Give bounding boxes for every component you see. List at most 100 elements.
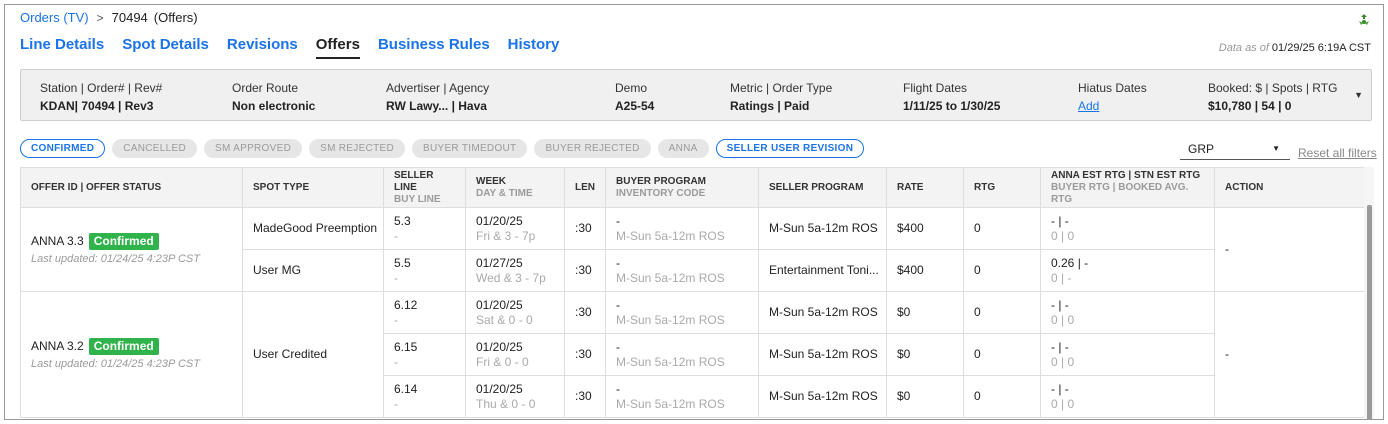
buy-line: - — [394, 271, 398, 285]
seller-line-cell: 5.5- — [383, 249, 466, 292]
buyer-program-cell: - M-Sun 5a-12m ROS — [605, 291, 759, 334]
rate-cell: $0 — [886, 375, 964, 418]
summary-advertiser: Advertiser | Agency RW Lawy... | Hava — [386, 81, 489, 113]
status-badge: Confirmed — [88, 232, 159, 250]
seller-line-cell: 6.12- — [383, 291, 466, 334]
table-row[interactable]: ANNA 3.2 Confirmed Last updated: 01/24/25… — [20, 291, 1373, 418]
day-time: Thu & 0 - 0 — [476, 397, 536, 411]
offer-cell: ANNA 3.3 Confirmed Last updated: 01/24/25… — [20, 207, 243, 292]
status-filter-bar: CONFIRMED CANCELLED SM APPROVED SM REJEC… — [20, 139, 871, 158]
status-badge: Confirmed — [88, 337, 159, 355]
tab-spot-details[interactable]: Spot Details — [122, 36, 209, 59]
seller-program-cell: M-Sun 5a-12m ROS — [758, 375, 887, 418]
seller-line-cell: 5.3- — [383, 207, 466, 250]
breadcrumb-orders-link[interactable]: Orders (TV) — [20, 10, 89, 25]
buy-line: - — [394, 355, 398, 369]
action-cell[interactable]: - — [1214, 291, 1373, 418]
buy-line: - — [394, 313, 398, 327]
summary-order-route: Order Route Non electronic — [232, 81, 315, 113]
order-summary-bar: Station | Order# | Rev# KDAN| 70494 | Re… — [20, 69, 1372, 121]
week-cell: 01/27/25 Wed & 3 - 7p — [465, 249, 565, 292]
header-inventory-code-label: INVENTORY CODE — [616, 187, 706, 199]
rtg-cell: 0 — [963, 291, 1041, 334]
seller-line-cell: 6.14- — [383, 375, 466, 418]
header-buyer-program[interactable]: BUYER PROGRAM INVENTORY CODE — [605, 167, 759, 208]
summary-metric-label: Metric | Order Type — [730, 81, 833, 95]
header-action[interactable]: ACTION — [1214, 167, 1373, 208]
day-time: Wed & 3 - 7p — [476, 271, 546, 285]
week-cell: 01/20/25 Thu & 0 - 0 — [465, 375, 565, 418]
est-rtg-cell: - | -0 | 0 — [1040, 207, 1215, 250]
tab-line-details[interactable]: Line Details — [20, 36, 104, 59]
table-scrollbar-thumb[interactable] — [1367, 205, 1372, 419]
filter-anna[interactable]: ANNA — [657, 139, 709, 158]
buyer-program: - — [616, 340, 620, 354]
spot-type-cell: MadeGood Preemption — [242, 207, 384, 250]
offers-table: OFFER ID | OFFER STATUS SPOT TYPE SELLER… — [20, 167, 1373, 418]
buyer-program: - — [616, 214, 620, 228]
breadcrumb-separator: > — [96, 10, 104, 25]
est-rtg-cell: 0.26 | -0 | - — [1040, 249, 1215, 292]
week: 01/20/25 — [476, 382, 523, 396]
header-rtg[interactable]: RTG — [963, 167, 1041, 208]
filter-sm-approved[interactable]: SM APPROVED — [204, 139, 303, 158]
filter-buyer-rejected[interactable]: BUYER REJECTED — [534, 139, 651, 158]
summary-station-value: KDAN| 70494 | Rev3 — [40, 99, 154, 113]
seller-line: 6.15 — [394, 340, 418, 354]
summary-order-route-value: Non electronic — [232, 99, 316, 113]
header-seller-program[interactable]: SELLER PROGRAM — [758, 167, 887, 208]
filter-seller-user-revision[interactable]: SELLER USER REVISION — [715, 139, 865, 158]
week-cell: 01/20/25 Fri & 3 - 7p — [465, 207, 565, 250]
header-est-rtg[interactable]: ANNA EST RTG | STN EST RTG BUYER RTG | BO… — [1040, 167, 1215, 208]
buyer-program: - — [616, 256, 620, 270]
last-updated: Last updated: 01/24/25 4:23P CST — [31, 357, 200, 370]
inventory-code: M-Sun 5a-12m ROS — [616, 397, 725, 411]
header-spot-type[interactable]: SPOT TYPE — [242, 167, 384, 208]
summary-flight-dates: Flight Dates 1/11/25 to 1/30/25 — [903, 81, 1000, 113]
summary-advertiser-label: Advertiser | Agency — [386, 81, 490, 95]
tab-history[interactable]: History — [508, 36, 560, 59]
est-rtg-cell: - | -0 | 0 — [1040, 291, 1215, 334]
len-cell: :30 — [564, 249, 606, 292]
header-offer[interactable]: OFFER ID | OFFER STATUS — [20, 167, 243, 208]
tab-offers[interactable]: Offers — [315, 36, 360, 59]
est-rtg-cell: - | -0 | 0 — [1040, 333, 1215, 376]
tab-business-rules[interactable]: Business Rules — [378, 36, 490, 59]
summary-booked-value: $10,780 | 54 | 0 — [1208, 99, 1292, 113]
header-len[interactable]: LEN — [564, 167, 606, 208]
buyer-rtg: 0 | 0 — [1051, 313, 1075, 327]
filter-confirmed[interactable]: CONFIRMED — [20, 139, 106, 158]
header-buy-line-label: BUY LINE — [394, 193, 441, 205]
filter-sm-rejected[interactable]: SM REJECTED — [309, 139, 405, 158]
summary-expand-icon[interactable]: ▼ — [1354, 90, 1363, 100]
header-rate[interactable]: RATE — [886, 167, 964, 208]
buy-line: - — [394, 229, 398, 243]
week-cell: 01/20/25 Sat & 0 - 0 — [465, 291, 565, 334]
data-as-of-timestamp: 01/29/25 6:19A CST — [1271, 42, 1371, 54]
buyer-rtg: 0 | 0 — [1051, 355, 1075, 369]
filter-cancelled[interactable]: CANCELLED — [112, 139, 197, 158]
header-week[interactable]: WEEK DAY & TIME — [465, 167, 565, 208]
header-buyer-rtg-label: BUYER RTG | BOOKED AVG. RTG — [1051, 181, 1189, 205]
filter-buyer-timedout[interactable]: BUYER TIMEDOUT — [411, 139, 528, 158]
week: 01/20/25 — [476, 340, 523, 354]
spot-type-cell: User MG — [242, 249, 384, 292]
add-hiatus-link[interactable]: Add — [1078, 99, 1147, 113]
est-rtg: - | - — [1051, 214, 1069, 228]
seller-line-cell: 6.15- — [383, 333, 466, 376]
table-row[interactable]: ANNA 3.3 Confirmed Last updated: 01/24/25… — [20, 207, 1373, 292]
data-as-of: Data as of 01/29/25 6:19A CST — [1219, 42, 1371, 54]
rtg-cell: 0 — [963, 249, 1041, 292]
action-cell[interactable]: - — [1214, 207, 1373, 292]
seller-program-cell: Entertainment Toni... — [758, 249, 887, 292]
header-seller-line[interactable]: SELLER LINE BUY LINE — [383, 167, 466, 208]
tab-revisions[interactable]: Revisions — [227, 36, 298, 59]
reset-filters-link[interactable]: Reset all filters — [1298, 146, 1377, 160]
summary-metric: Metric | Order Type Ratings | Paid — [730, 81, 832, 113]
last-updated: Last updated: 01/24/25 4:23P CST — [31, 252, 200, 265]
refresh-icon[interactable] — [1357, 13, 1371, 27]
metric-select[interactable]: GRP ▼ — [1180, 140, 1290, 160]
seller-line: 6.14 — [394, 382, 418, 396]
week-cell: 01/20/25 Fri & 0 - 0 — [465, 333, 565, 376]
buy-line: - — [394, 397, 398, 411]
